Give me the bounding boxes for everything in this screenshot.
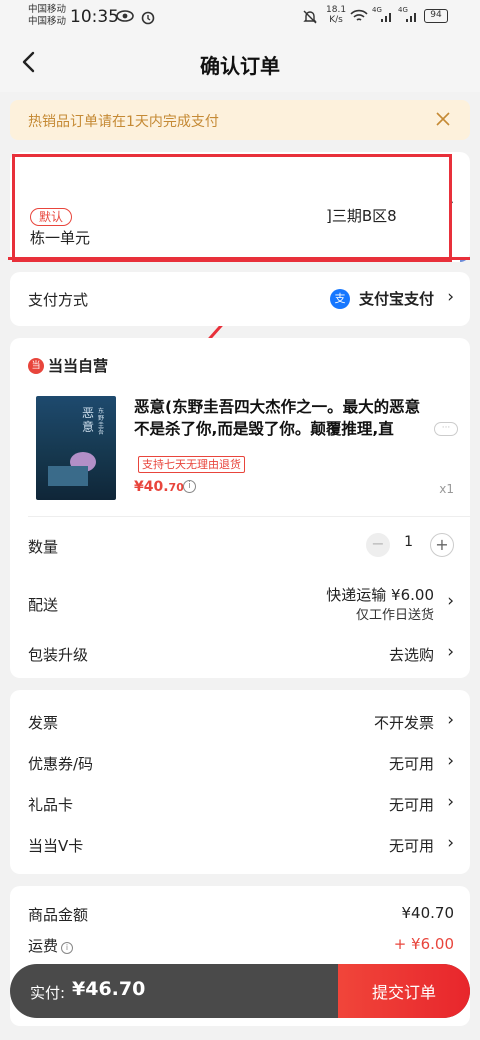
delivery-sub: 仅工作日送货 (355, 608, 434, 623)
page-title: 确认订单 (200, 54, 280, 78)
chevron-right-icon: › (447, 642, 454, 662)
book-cover-title: 恶意 (82, 406, 95, 434)
vcard-label: 当当V卡 (28, 837, 84, 855)
book-cover-author: 东野圭吾 (98, 408, 105, 436)
close-icon[interactable] (432, 108, 454, 130)
pay-label: 实付: (30, 984, 66, 1002)
quantity-label: 数量 (28, 538, 59, 556)
chevron-right-icon: › (447, 591, 454, 611)
packaging-value: 去选购 (388, 646, 434, 664)
notice-text: 热销品订单请在1天内完成支付 (28, 114, 219, 130)
payment-method-row[interactable]: 支付方式 支 支付宝支付 › (10, 272, 470, 326)
book-cover-image[interactable]: 恶意 东野圭吾 (36, 396, 116, 500)
chevron-right-icon: › (447, 792, 454, 812)
price-decimal: 70 (168, 481, 184, 494)
quantity-decrease-button[interactable]: − (366, 533, 390, 557)
price-main: ¥40. (134, 479, 169, 495)
return-policy-tag: 支持七天无理由退货 (138, 456, 245, 473)
chevron-right-icon: › (447, 710, 454, 730)
alarm-icon (140, 9, 156, 29)
delivery-label: 配送 (28, 596, 59, 614)
carrier-labels: 中国移动 中国移动 (28, 4, 66, 28)
info-icon[interactable]: i (183, 480, 196, 493)
delivery-value: 快递运输 ¥6.00 (326, 586, 434, 604)
shop-name: 当当自营 (48, 357, 109, 375)
vcard-value: 无可用 (388, 837, 434, 855)
order-options-card: 发票 不开发票 › 优惠券/码 无可用 › 礼品卡 无可用 › 当当V卡 无可用… (10, 690, 470, 874)
status-bar: 中国移动 中国移动 10:35 18.1 K/s 4G 4G 94 (0, 0, 480, 36)
chevron-right-icon: › (447, 287, 454, 307)
payment-method-value: 支付宝支付 (358, 290, 434, 308)
product-card: 当 当当自营 恶意 东野圭吾 恶意(东野圭吾四大杰作之一。最大的恶意不是杀了你,… (10, 338, 470, 678)
coupon-label: 优惠券/码 (28, 755, 94, 773)
payment-notice: 热销品订单请在1天内完成支付 (10, 100, 470, 140)
invoice-label: 发票 (28, 714, 59, 732)
carrier-1: 中国移动 (28, 4, 67, 15)
checkout-bar: 实付: ¥46.70 提交订单 (10, 964, 470, 1018)
net-speed-unit: K/s (329, 15, 343, 25)
shop-icon: 当 (28, 358, 44, 374)
coupon-value: 无可用 (388, 755, 434, 773)
net-speed-value: 18.1 (326, 5, 347, 15)
shipping-fee-value: + ¥6.00 (393, 935, 454, 953)
goods-amount-value: ¥40.70 (401, 904, 455, 922)
clock: 10:35 (70, 7, 119, 27)
highlight-box (12, 154, 452, 262)
product-title[interactable]: 恶意(东野圭吾四大杰作之一。最大的恶意不是杀了你,而是毁了你。颠覆推理,直 (134, 396, 434, 440)
signal-icon (380, 9, 394, 27)
alipay-icon: 支 (330, 289, 350, 309)
nav-bar: 确认订单 (0, 36, 480, 92)
goods-amount-label: 商品金额 (28, 906, 89, 924)
invoice-value: 不开发票 (373, 714, 434, 732)
chevron-right-icon: › (447, 751, 454, 771)
signal-icon (405, 9, 419, 27)
carrier-2: 中国移动 (28, 16, 67, 27)
quantity-increase-button[interactable]: + (430, 533, 454, 557)
divider (28, 516, 470, 517)
packaging-label: 包装升级 (28, 646, 89, 664)
submit-order-button[interactable]: 提交订单 (338, 964, 470, 1018)
highlight-line (8, 257, 470, 260)
info-icon[interactable]: i (61, 942, 74, 954)
quantity-value: 1 (404, 534, 413, 550)
chevron-right-icon: › (447, 833, 454, 853)
shipping-fee-label: 运费 (28, 937, 59, 955)
battery-indicator: 94 (424, 9, 448, 23)
gift-card-label: 礼品卡 (28, 796, 74, 814)
mute-icon (302, 9, 318, 29)
shipping-fee-row: 运费 i (28, 935, 74, 956)
more-icon[interactable]: ··· (434, 422, 458, 436)
wifi-icon (350, 9, 368, 27)
payment-label: 支付方式 (28, 291, 89, 309)
eye-icon (116, 9, 134, 27)
product-quantity: x1 (439, 482, 454, 496)
pay-total: ¥46.70 (72, 978, 146, 1000)
net-speed: 18.1 K/s (326, 5, 346, 25)
gift-card-value: 无可用 (388, 796, 434, 814)
book-cover-house (48, 466, 88, 486)
product-price: ¥40.70 (134, 479, 184, 495)
